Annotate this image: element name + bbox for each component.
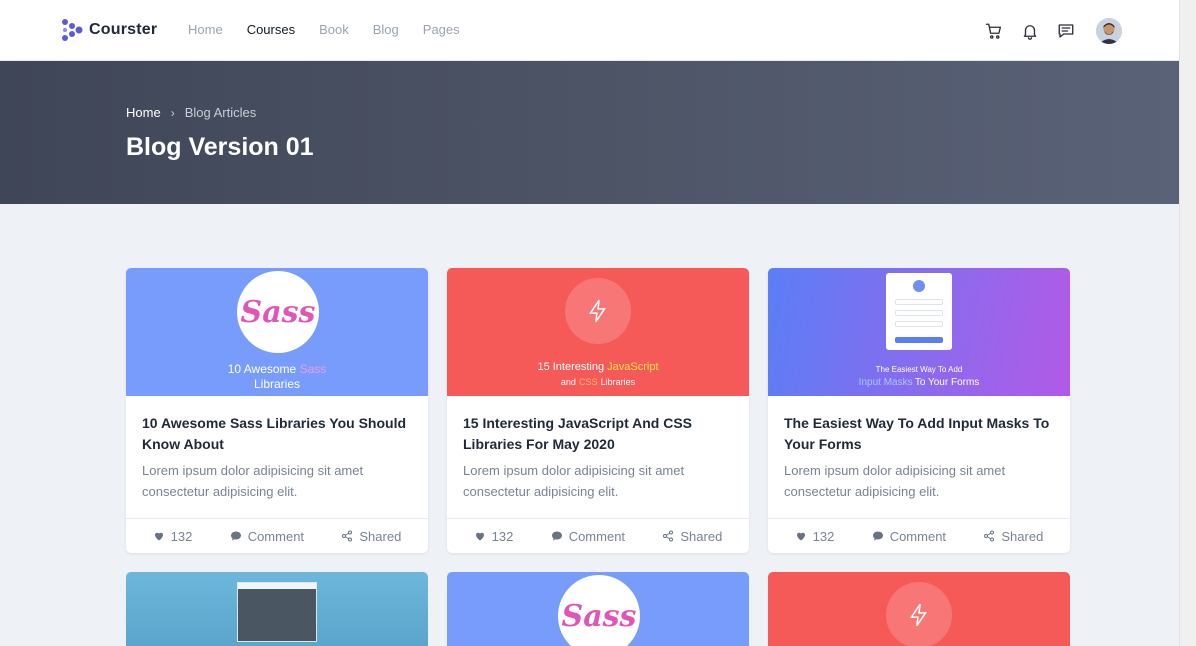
like-count: 132 — [812, 528, 835, 544]
comment-button[interactable]: Comment — [230, 529, 304, 544]
like-button[interactable]: 132 — [153, 528, 193, 544]
breadcrumb: Home › Blog Articles — [126, 105, 256, 120]
breadcrumb-separator-icon: › — [170, 105, 175, 120]
heart-icon — [154, 532, 163, 541]
share-button[interactable]: Shared — [341, 529, 401, 544]
card-description: Lorem ipsum dolor adipisicing sit amet c… — [463, 463, 685, 499]
thumb-caption: 10 Awesome Sass Libraries — [227, 362, 327, 391]
header-actions — [984, 18, 1122, 44]
bolt-logo-icon — [886, 582, 952, 646]
share-icon — [984, 530, 995, 542]
comment-icon — [230, 531, 241, 541]
card-thumbnail[interactable]: The Easiest Way To Add Input Masks To Yo… — [768, 268, 1070, 396]
blog-card[interactable]: The Easiest Way To Add Input Masks To Yo… — [768, 268, 1070, 553]
blog-card-thumbnail[interactable]: Sass — [447, 572, 749, 646]
terminal-window-icon — [237, 582, 317, 642]
blog-card[interactable]: 15 Interesting JavaScript and CSS Librar… — [447, 268, 749, 553]
comment-button[interactable]: Comment — [551, 529, 625, 544]
blog-card-thumbnail[interactable] — [126, 572, 428, 646]
share-button[interactable]: Shared — [983, 529, 1043, 544]
form-mockup-icon — [886, 273, 952, 350]
breadcrumb-current: Blog Articles — [184, 105, 257, 120]
top-navbar: Courster Home Courses Book Blog Pages — [0, 0, 1179, 61]
like-button[interactable]: 132 — [474, 528, 514, 544]
page-title: Blog Version 01 — [126, 133, 314, 161]
nav-courses[interactable]: Courses — [247, 22, 295, 37]
blog-card[interactable]: Sass 10 Awesome Sass Libraries 10 Awesom… — [126, 268, 428, 553]
card-thumbnail[interactable]: 15 Interesting JavaScript and CSS Librar… — [447, 268, 749, 396]
heart-icon — [475, 532, 484, 541]
card-title[interactable]: 15 Interesting JavaScript And CSS Librar… — [463, 413, 733, 455]
nav-pages[interactable]: Pages — [423, 22, 460, 37]
like-count: 132 — [491, 528, 514, 544]
comment-button[interactable]: Comment — [872, 529, 946, 544]
card-description: Lorem ipsum dolor adipisicing sit amet c… — [784, 463, 1006, 499]
cart-icon[interactable] — [984, 21, 1004, 41]
chat-icon[interactable] — [1056, 21, 1076, 41]
bolt-logo-icon — [565, 278, 631, 344]
card-stats: 132 Comment Shared — [126, 518, 428, 553]
share-icon — [342, 530, 353, 542]
page-scrollbar[interactable] — [1179, 0, 1196, 646]
card-title[interactable]: The Easiest Way To Add Input Masks To Yo… — [784, 413, 1054, 455]
main-nav: Home Courses Book Blog Pages — [188, 22, 460, 37]
sass-logo-icon: Sass — [558, 575, 640, 646]
bell-icon[interactable] — [1020, 21, 1040, 41]
share-icon — [663, 530, 674, 542]
nav-blog[interactable]: Blog — [373, 22, 399, 37]
breadcrumb-home[interactable]: Home — [126, 105, 161, 120]
thumb-caption: 15 Interesting JavaScript and CSS Librar… — [537, 361, 659, 387]
card-stats: 132 Comment Shared — [447, 518, 749, 553]
like-button[interactable]: 132 — [795, 528, 835, 544]
nav-book[interactable]: Book — [319, 22, 349, 37]
card-title[interactable]: 10 Awesome Sass Libraries You Should Kno… — [142, 413, 412, 455]
comment-icon — [551, 531, 562, 541]
brand[interactable]: Courster — [61, 18, 157, 42]
logo-icon — [62, 19, 83, 41]
blog-card-thumbnail[interactable] — [768, 572, 1070, 646]
avatar[interactable] — [1096, 18, 1122, 44]
card-description: Lorem ipsum dolor adipisicing sit amet c… — [142, 463, 364, 499]
comment-icon — [872, 531, 883, 541]
nav-home[interactable]: Home — [188, 22, 223, 37]
heart-icon — [796, 532, 805, 541]
card-stats: 132 Comment Shared — [768, 518, 1070, 553]
like-count: 132 — [170, 528, 193, 544]
thumb-caption: The Easiest Way To Add Input Masks To Yo… — [858, 365, 980, 388]
card-thumbnail[interactable]: Sass 10 Awesome Sass Libraries — [126, 268, 428, 396]
share-button[interactable]: Shared — [662, 529, 722, 544]
brand-name: Courster — [89, 21, 158, 38]
page-hero: Home › Blog Articles Blog Version 01 — [0, 61, 1179, 204]
sass-logo-icon: Sass — [237, 271, 319, 353]
